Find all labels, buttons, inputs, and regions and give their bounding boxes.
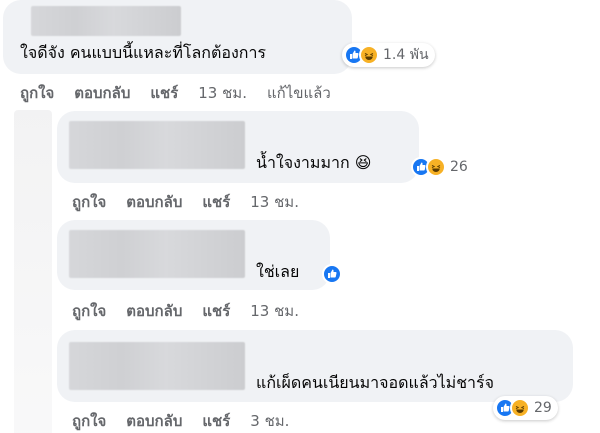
reaction-summary[interactable]: 29	[493, 396, 558, 420]
comment-actions: ถูกใจ ตอบกลับ แชร์ 13 ชม.	[72, 299, 299, 323]
blurred-avatar-column	[14, 110, 52, 433]
blurred-author-name	[31, 6, 181, 36]
share-button[interactable]: แชร์	[150, 81, 178, 105]
reaction-summary[interactable]: 1.4 พัน	[342, 43, 435, 67]
reaction-summary[interactable]: 26	[411, 155, 468, 179]
comment-text: ใจดีจัง คนแบบนี้แหละที่โลกต้องการ	[20, 43, 267, 62]
reply-button[interactable]: ตอบกลับ	[126, 299, 182, 323]
blurred-author-name	[69, 342, 245, 390]
haha-icon	[510, 398, 530, 418]
edited-label[interactable]: แก้ไขแล้ว	[267, 81, 331, 105]
reply-button[interactable]: ตอบกลับ	[126, 190, 182, 214]
comment-actions: ถูกใจ ตอบกลับ แชร์ 3 ชม.	[72, 409, 289, 433]
haha-icon	[426, 157, 446, 177]
blurred-author-name	[69, 230, 245, 278]
share-button[interactable]: แชร์	[202, 409, 230, 433]
reply-button[interactable]: ตอบกลับ	[74, 81, 130, 105]
timestamp[interactable]: 3 ชม.	[250, 409, 289, 433]
comment-text: ใช่เลย	[256, 262, 300, 281]
haha-icon	[359, 45, 379, 65]
like-button[interactable]: ถูกใจ	[72, 409, 106, 433]
like-button[interactable]: ถูกใจ	[20, 81, 54, 105]
like-button[interactable]: ถูกใจ	[72, 299, 106, 323]
like-button[interactable]: ถูกใจ	[72, 190, 106, 214]
reaction-count: 1.4 พัน	[383, 47, 429, 63]
reply-button[interactable]: ตอบกลับ	[126, 409, 182, 433]
timestamp[interactable]: 13 ชม.	[198, 81, 247, 105]
like-icon	[322, 264, 342, 284]
share-button[interactable]: แชร์	[202, 190, 230, 214]
reaction-count: 29	[534, 400, 552, 416]
comment-actions: ถูกใจ ตอบกลับ แชร์ 13 ชม. แก้ไขแล้ว	[20, 81, 331, 105]
comment-actions: ถูกใจ ตอบกลับ แชร์ 13 ชม.	[72, 190, 299, 214]
timestamp[interactable]: 13 ชม.	[250, 190, 299, 214]
reaction-count: 26	[450, 159, 468, 175]
timestamp[interactable]: 13 ชม.	[250, 299, 299, 323]
comment-text: แก้เผ็ดคนเนียนมาจอดแล้วไม่ชาร์จ	[256, 373, 495, 392]
blurred-author-name	[69, 121, 245, 169]
reaction-summary[interactable]	[322, 262, 346, 286]
comment-text: น้ำใจงามมาก 😆	[256, 153, 372, 172]
share-button[interactable]: แชร์	[202, 299, 230, 323]
